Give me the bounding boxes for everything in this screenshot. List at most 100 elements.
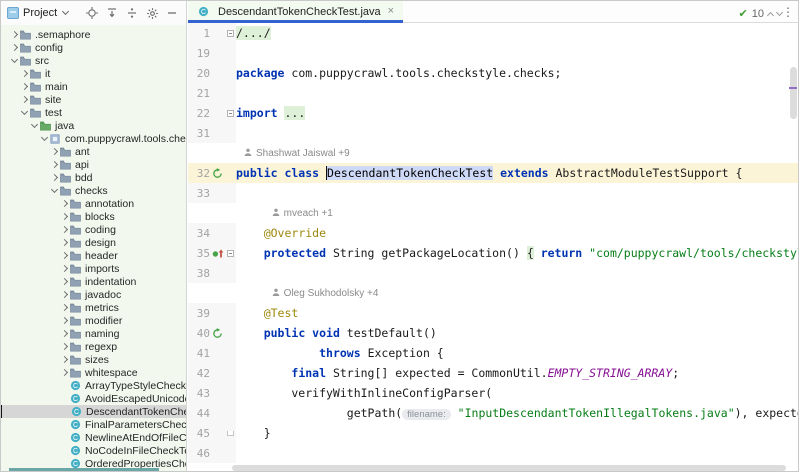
chevron-down-icon[interactable]	[10, 56, 17, 63]
gear-icon[interactable]	[144, 5, 160, 21]
tree-item[interactable]: annotation	[1, 197, 186, 210]
tree-item[interactable]: site	[1, 93, 186, 106]
gutter[interactable]	[210, 223, 225, 243]
vertical-scrollbar[interactable]	[789, 23, 797, 472]
chevron-right-icon[interactable]	[60, 343, 67, 350]
code-line[interactable]: 43 verifyWithInlineConfigParser(	[188, 383, 798, 403]
gutter[interactable]	[210, 443, 225, 463]
chevron-right-icon[interactable]	[60, 226, 67, 233]
code-line[interactable]: 1/.../	[188, 23, 798, 43]
gutter[interactable]	[210, 103, 225, 123]
gutter[interactable]	[210, 23, 225, 43]
gutter[interactable]	[210, 403, 225, 423]
tree-item[interactable]: com.puppycrawl.tools.checkstyle	[1, 132, 186, 145]
tree-item[interactable]: ant	[1, 145, 186, 158]
chevron-right-icon[interactable]	[60, 330, 67, 337]
chevron-down-icon[interactable]	[62, 8, 69, 15]
code-line[interactable]: 41 throws Exception {	[188, 343, 798, 363]
fold-marker-icon[interactable]	[227, 110, 234, 117]
chevron-right-icon[interactable]	[60, 265, 67, 272]
chevron-right-icon[interactable]	[20, 83, 27, 90]
tree-item[interactable]: modifier	[1, 314, 186, 327]
code-line[interactable]: 46	[188, 443, 798, 463]
code-line[interactable]: 19	[188, 43, 798, 63]
tree-item[interactable]: coding	[1, 223, 186, 236]
tree-item[interactable]: config	[1, 41, 186, 54]
expand-icon[interactable]	[104, 5, 120, 21]
tree-item[interactable]: blocks	[1, 210, 186, 223]
tree-item[interactable]: imports	[1, 262, 186, 275]
run-test-icon[interactable]	[210, 323, 225, 343]
chevron-right-icon[interactable]	[60, 252, 67, 259]
tree-item[interactable]: header	[1, 249, 186, 262]
tree-item[interactable]: java	[1, 119, 186, 132]
fold-end-icon[interactable]	[227, 431, 234, 436]
tree-item[interactable]: api	[1, 158, 186, 171]
tree-item[interactable]: it	[1, 67, 186, 80]
fold-marker-icon[interactable]	[227, 250, 234, 257]
chevron-right-icon[interactable]	[50, 148, 57, 155]
tree-item[interactable]: CFinalParametersCheckTest	[1, 418, 186, 431]
locate-icon[interactable]	[84, 5, 100, 21]
tree-item[interactable]: checks	[1, 184, 186, 197]
tree-item[interactable]: CDescendantTokenCheckTest	[1, 405, 186, 418]
code-line[interactable]: 33	[188, 183, 798, 203]
tree-item[interactable]: .semaphore	[1, 28, 186, 41]
chevron-up-icon[interactable]	[767, 11, 774, 18]
fold-marker-icon[interactable]	[227, 30, 234, 37]
code-line[interactable]: 38	[188, 263, 798, 283]
tree-item[interactable]: test	[1, 106, 186, 119]
chevron-right-icon[interactable]	[50, 161, 57, 168]
inspections-widget[interactable]: ✔ 10	[739, 7, 782, 20]
code-line[interactable]: 32public class DescendantTokenCheckTest …	[188, 163, 798, 183]
gutter[interactable]	[210, 423, 225, 443]
tree-item[interactable]: sizes	[1, 353, 186, 366]
tree-item[interactable]: CAvoidEscapedUnicodeCharactersChe	[1, 392, 186, 405]
code-line[interactable]: 34 @Override	[188, 223, 798, 243]
chevron-right-icon[interactable]	[60, 317, 67, 324]
chevron-right-icon[interactable]	[10, 44, 17, 51]
chevron-right-icon[interactable]	[60, 239, 67, 246]
code-line[interactable]: 22import ...	[188, 103, 798, 123]
chevron-right-icon[interactable]	[60, 278, 67, 285]
tree-item[interactable]: main	[1, 80, 186, 93]
chevron-down-icon[interactable]	[776, 9, 783, 16]
chevron-right-icon[interactable]	[60, 356, 67, 363]
chevron-right-icon[interactable]	[20, 96, 27, 103]
chevron-right-icon[interactable]	[60, 291, 67, 298]
code-line[interactable]: 45 }	[188, 423, 798, 443]
code-line[interactable]: 40 public void testDefault()	[188, 323, 798, 343]
vcs-author-inlay[interactable]: Shashwat Jaiswal +9	[188, 143, 798, 163]
tree-item[interactable]: naming	[1, 327, 186, 340]
code-line[interactable]: 31	[188, 123, 798, 143]
code-line[interactable]: 21	[188, 83, 798, 103]
tree-item[interactable]: regexp	[1, 340, 186, 353]
chevron-right-icon[interactable]	[20, 70, 27, 77]
tree-item[interactable]: metrics	[1, 301, 186, 314]
tree-item[interactable]: indentation	[1, 275, 186, 288]
scrollbar-thumb[interactable]	[790, 67, 797, 119]
gutter[interactable]	[210, 123, 225, 143]
tree-item[interactable]: design	[1, 236, 186, 249]
code-line[interactable]: 39 @Test	[188, 303, 798, 323]
chevron-right-icon[interactable]	[10, 31, 17, 38]
code-line[interactable]: 44 getPath(filename: "InputDescendantTok…	[188, 403, 798, 423]
collapse-all-icon[interactable]	[124, 5, 140, 21]
tree-scrollbar[interactable]	[9, 468, 159, 472]
gutter[interactable]	[210, 383, 225, 403]
gutter[interactable]	[210, 43, 225, 63]
tree-item[interactable]: CArrayTypeStyleCheckTest	[1, 379, 186, 392]
tree-item[interactable]: CNewlineAtEndOfFileCheckTest	[1, 431, 186, 444]
editor-tab[interactable]: C DescendantTokenCheckTest.java ×	[188, 1, 403, 22]
gutter[interactable]	[210, 303, 225, 323]
gutter[interactable]	[210, 363, 225, 383]
chevron-down-icon[interactable]	[30, 121, 37, 128]
chevron-down-icon[interactable]	[50, 186, 57, 193]
vcs-author-inlay[interactable]: Oleg Sukhodolsky +4	[188, 283, 798, 303]
run-test-icon[interactable]	[210, 163, 225, 183]
gutter[interactable]	[210, 83, 225, 103]
tree-item[interactable]: CNoCodeInFileCheckTest	[1, 444, 186, 457]
vcs-author-inlay[interactable]: mveach +1	[188, 203, 798, 223]
chevron-down-icon[interactable]	[20, 108, 27, 115]
gutter[interactable]	[210, 263, 225, 283]
